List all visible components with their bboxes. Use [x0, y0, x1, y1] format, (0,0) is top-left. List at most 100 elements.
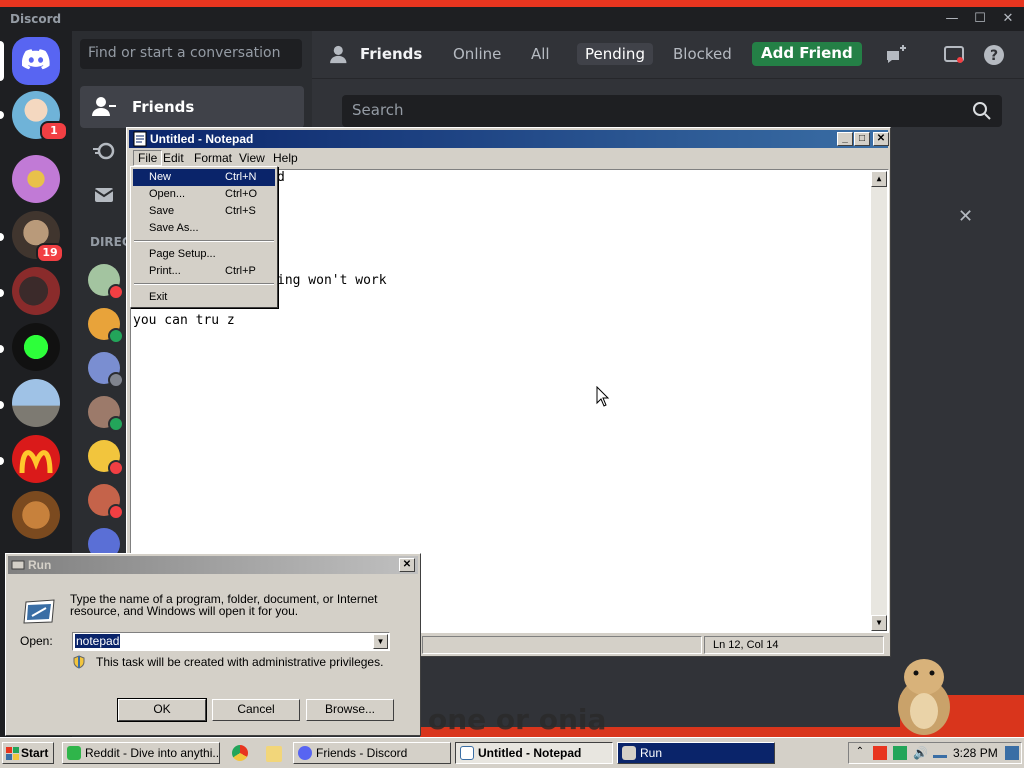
notepad-small-icon	[460, 746, 474, 760]
close-icon[interactable]: ✕	[998, 9, 1018, 29]
server-icon[interactable]	[12, 267, 60, 315]
message-requests-icon[interactable]	[92, 183, 116, 207]
notepad-maximize-button[interactable]: □	[854, 132, 870, 146]
tab-all[interactable]: All	[523, 43, 558, 65]
run-program-icon	[23, 599, 55, 624]
status-online-icon	[108, 328, 124, 344]
discord-small-icon	[298, 746, 312, 760]
discord-brand: Discord	[10, 12, 62, 26]
nitro-icon[interactable]	[92, 139, 116, 163]
show-desktop-icon[interactable]	[1005, 746, 1019, 760]
keyboard-icon[interactable]	[933, 752, 947, 758]
conversation-search-input[interactable]: Find or start a conversation	[80, 39, 302, 69]
friends-search-input[interactable]: Search	[342, 95, 1002, 127]
scroll-down-button[interactable]: ▼	[871, 615, 887, 631]
system-tray: ⌃ 🔊 3:28 PM	[848, 742, 1022, 764]
new-group-dm-icon[interactable]	[884, 43, 908, 67]
ok-button[interactable]: OK	[117, 698, 207, 722]
friends-header: Friends Online All Pending Blocked Add F…	[312, 31, 1024, 79]
menu-edit[interactable]: Edit	[158, 150, 189, 166]
network-icon[interactable]	[893, 746, 907, 760]
add-friend-button[interactable]: Add Friend	[752, 42, 862, 66]
flag-icon[interactable]	[873, 746, 887, 760]
menu-item-label: Page Setup...	[149, 248, 216, 260]
minimize-icon[interactable]: —	[942, 9, 962, 29]
mouse-cursor-icon	[596, 386, 610, 407]
nav-friends[interactable]: Friends	[80, 86, 304, 128]
menu-view[interactable]: View	[234, 150, 270, 166]
show-hidden-icon[interactable]: ⌃	[853, 746, 867, 760]
discord-home-button[interactable]	[12, 37, 60, 85]
notepad-titlebar[interactable]: Untitled - Notepad _ □ ✕	[129, 130, 889, 148]
start-label: Start	[21, 746, 49, 760]
text-line: d	[277, 170, 285, 185]
hamster-sticker-icon	[898, 659, 950, 735]
text-line: you can tru z	[133, 313, 235, 328]
help-icon[interactable]: ?	[982, 43, 1006, 67]
run-close-button[interactable]: ✕	[399, 558, 415, 572]
unread-indicator	[0, 401, 4, 409]
task-notepad[interactable]: Untitled - Notepad	[455, 742, 613, 764]
menu-item-exit[interactable]: Exit	[133, 289, 275, 306]
server-icon[interactable]	[12, 379, 60, 427]
svg-text:?: ?	[990, 48, 998, 64]
server-icon[interactable]	[12, 155, 60, 203]
menu-item-save-as[interactable]: Save As...	[133, 220, 275, 237]
menu-help[interactable]: Help	[268, 150, 303, 166]
task-reddit[interactable]: Reddit - Dive into anythi...	[62, 742, 220, 764]
search-icon	[973, 102, 991, 120]
tab-online[interactable]: Online	[445, 43, 509, 65]
chrome-icon[interactable]	[232, 745, 248, 761]
status-dnd-icon	[108, 460, 124, 476]
menu-item-print[interactable]: Print... Ctrl+P	[133, 263, 275, 280]
run-titlebar[interactable]: Run ✕	[8, 556, 418, 574]
selected-indicator	[0, 41, 4, 81]
inbox-icon[interactable]	[942, 43, 966, 67]
unread-indicator	[0, 233, 4, 241]
menu-item-shortcut: Ctrl+N	[225, 171, 257, 183]
folder-icon[interactable]	[266, 746, 282, 762]
vertical-scrollbar[interactable]: ▲ ▼	[871, 171, 887, 631]
tab-pending[interactable]: Pending	[577, 43, 653, 65]
task-discord[interactable]: Friends - Discord	[293, 742, 451, 764]
server-icon[interactable]	[12, 435, 60, 483]
menu-item-label: Exit	[149, 291, 168, 303]
top-red-strip	[0, 0, 1024, 7]
start-button[interactable]: Start	[2, 742, 54, 764]
menu-item-label: Open...	[149, 188, 186, 200]
menu-format[interactable]: Format	[189, 150, 237, 166]
task-run[interactable]: Run	[617, 742, 775, 764]
menu-item-new[interactable]: New Ctrl+N	[133, 169, 275, 186]
server-icon[interactable]	[12, 323, 60, 371]
run-open-value: notepad	[75, 634, 121, 648]
run-open-label: Open:	[20, 634, 53, 648]
maximize-icon[interactable]: ☐	[970, 9, 990, 29]
menu-item-shortcut: Ctrl+P	[225, 265, 256, 277]
dismiss-close-icon[interactable]: ✕	[958, 206, 978, 227]
browse-button[interactable]: Browse...	[306, 699, 394, 721]
menu-separator	[134, 283, 274, 285]
menu-item-save[interactable]: Save Ctrl+S	[133, 203, 275, 220]
cancel-button[interactable]: Cancel	[212, 699, 300, 721]
menu-item-page-setup[interactable]: Page Setup...	[133, 246, 275, 263]
run-open-combobox[interactable]: notepad ▼	[72, 632, 390, 651]
scroll-up-button[interactable]: ▲	[871, 171, 887, 187]
chevron-down-icon[interactable]: ▼	[373, 634, 388, 649]
clock: 3:28 PM	[953, 746, 998, 760]
volume-icon[interactable]: 🔊	[913, 746, 928, 760]
banner-text: one or onia	[428, 703, 607, 736]
unread-indicator	[0, 289, 4, 297]
server-badge: 19	[36, 243, 64, 263]
run-dialog: Run ✕ Type the name of a program, folder…	[5, 553, 421, 736]
notepad-close-button[interactable]: ✕	[873, 132, 889, 146]
run-description: Type the name of a program, folder, docu…	[70, 592, 378, 618]
status-dnd-icon	[108, 284, 124, 300]
tab-blocked[interactable]: Blocked	[665, 43, 740, 65]
notepad-minimize-button[interactable]: _	[837, 132, 853, 146]
status-online-icon	[108, 416, 124, 432]
menu-item-open[interactable]: Open... Ctrl+O	[133, 186, 275, 203]
status-offline-icon	[108, 372, 124, 388]
server-icon[interactable]	[12, 491, 60, 539]
unread-indicator	[0, 457, 4, 465]
server-badge: 1	[40, 121, 68, 141]
